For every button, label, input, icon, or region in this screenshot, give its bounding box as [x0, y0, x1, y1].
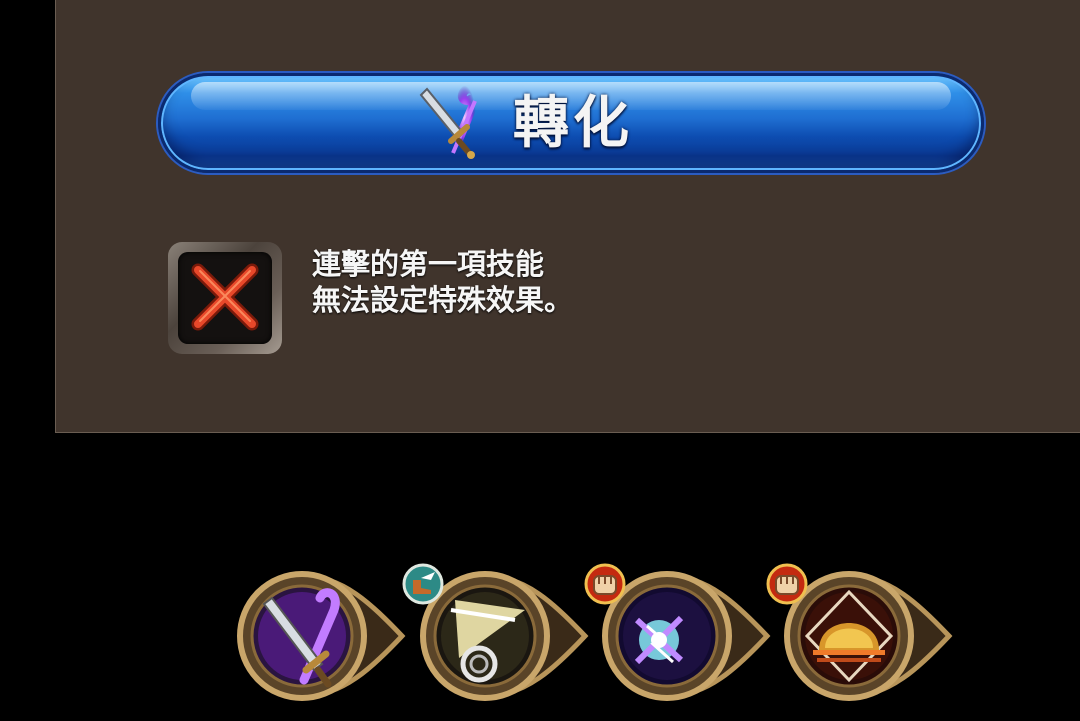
- dialog-panel: [55, 0, 1080, 433]
- lightning-burst-icon: [634, 615, 684, 665]
- disabled-indicator: [168, 242, 282, 354]
- convert-button[interactable]: 轉化: [158, 73, 984, 173]
- fist-icon: [766, 563, 808, 605]
- red-x-icon: [191, 263, 259, 331]
- skill-slot-sword-staff[interactable]: [232, 570, 410, 704]
- notice-line-1: 連擊的第一項技能: [312, 247, 545, 281]
- notice-line-2: 無法設定特殊效果。: [312, 283, 574, 317]
- convert-button-label: 轉化: [513, 91, 633, 156]
- winged-boot-icon: [402, 563, 444, 605]
- skill-slot-dome-shield[interactable]: [766, 563, 957, 704]
- notice-text: 連擊的第一項技能 無法設定特殊效果。: [312, 246, 573, 318]
- skill-slot-lightning-burst[interactable]: [584, 563, 775, 704]
- sword-staff-icon: [413, 83, 491, 165]
- skill-slot-light-slash[interactable]: [402, 563, 593, 704]
- fist-icon: [584, 563, 626, 605]
